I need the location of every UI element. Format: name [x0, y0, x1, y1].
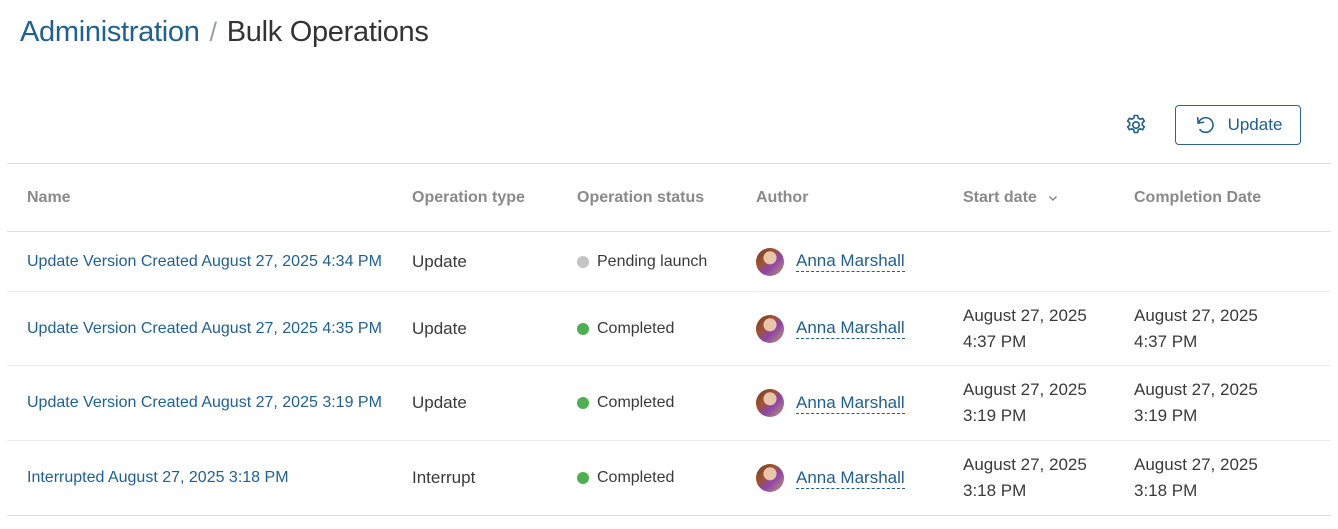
start-date: August 27, 2025 3:18 PM	[963, 452, 1087, 504]
start-date-time: 4:37 PM	[963, 331, 1027, 351]
table-row: Update Version Created August 27, 2025 3…	[7, 366, 1331, 441]
chevron-down-icon[interactable]	[1047, 192, 1059, 204]
completion-date-day: August 27, 2025	[1134, 305, 1258, 325]
completion-date-time: 3:19 PM	[1134, 406, 1198, 425]
start-date-day: August 27, 2025	[963, 380, 1087, 399]
column-header-name[interactable]: Name	[7, 189, 412, 207]
status-dot	[577, 255, 589, 268]
avatar	[756, 314, 784, 343]
completion-date: August 27, 2025 4:37 PM	[1134, 303, 1258, 355]
status-text: Completed	[597, 469, 675, 486]
status-text: Completed	[597, 319, 675, 337]
operation-type: Update	[412, 251, 467, 271]
column-header-completion-date[interactable]: Completion Date	[1134, 189, 1304, 207]
table-row: Update Version Created August 27, 2025 4…	[7, 232, 1331, 292]
breadcrumb-separator: /	[209, 17, 218, 47]
operation-type: Interrupt	[412, 468, 476, 487]
status-text: Completed	[597, 394, 675, 411]
author-link[interactable]: Anna Marshall	[796, 251, 905, 272]
start-date-day: August 27, 2025	[963, 305, 1087, 325]
status-dot	[577, 397, 589, 409]
operation-name-link[interactable]: Update Version Created August 27, 2025 3…	[27, 394, 382, 412]
breadcrumb-administration-link[interactable]: Administration	[20, 16, 200, 49]
operation-name-link[interactable]: Update Version Created August 27, 2025 4…	[27, 320, 382, 338]
status-dot	[577, 472, 589, 484]
status-text: Pending launch	[597, 252, 708, 270]
start-date: August 27, 2025 4:37 PM	[963, 303, 1087, 355]
avatar	[756, 389, 784, 417]
author-link[interactable]: Anna Marshall	[796, 468, 905, 489]
operation-name-link[interactable]: Interrupted August 27, 2025 3:18 PM	[27, 469, 289, 487]
completion-date-time: 3:18 PM	[1134, 481, 1198, 500]
table-row: Update Version Created August 27, 2025 4…	[7, 292, 1331, 366]
start-date-time: 3:18 PM	[963, 481, 1027, 500]
completion-date-time: 4:37 PM	[1134, 331, 1198, 351]
column-header-start-date[interactable]: Start date	[963, 189, 1134, 207]
author-link[interactable]: Anna Marshall	[796, 318, 905, 339]
start-date: August 27, 2025 3:19 PM	[963, 377, 1087, 429]
refresh-icon	[1194, 114, 1216, 136]
operations-table: Name Operation type Operation status Aut…	[7, 163, 1331, 516]
status-dot	[577, 322, 589, 335]
column-header-type[interactable]: Operation type	[412, 189, 577, 207]
completion-date: August 27, 2025 3:19 PM	[1134, 377, 1258, 429]
completion-date-day: August 27, 2025	[1134, 380, 1258, 399]
update-button[interactable]: Update	[1175, 105, 1301, 145]
breadcrumb: Administration / Bulk Operations	[20, 16, 429, 49]
start-date-header-label: Start date	[963, 188, 1037, 206]
table-row: Interrupted August 27, 2025 3:18 PM Inte…	[7, 441, 1331, 516]
operation-type: Update	[412, 393, 467, 412]
table-header: Name Operation type Operation status Aut…	[7, 164, 1331, 232]
page-title: Bulk Operations	[226, 16, 429, 48]
start-date-time: 3:19 PM	[963, 406, 1027, 425]
operation-type: Update	[412, 318, 467, 338]
gear-icon[interactable]	[1123, 112, 1149, 138]
author-link[interactable]: Anna Marshall	[796, 393, 905, 414]
operation-name-link[interactable]: Update Version Created August 27, 2025 4…	[27, 253, 382, 271]
toolbar: Update	[1123, 105, 1301, 145]
column-header-author[interactable]: Author	[756, 189, 963, 207]
completion-date: August 27, 2025 3:18 PM	[1134, 452, 1258, 504]
completion-date-day: August 27, 2025	[1134, 455, 1258, 474]
avatar	[756, 464, 784, 492]
avatar	[756, 247, 784, 276]
start-date-day: August 27, 2025	[963, 455, 1087, 474]
column-header-status[interactable]: Operation status	[577, 189, 756, 207]
update-button-label: Update	[1227, 115, 1283, 134]
